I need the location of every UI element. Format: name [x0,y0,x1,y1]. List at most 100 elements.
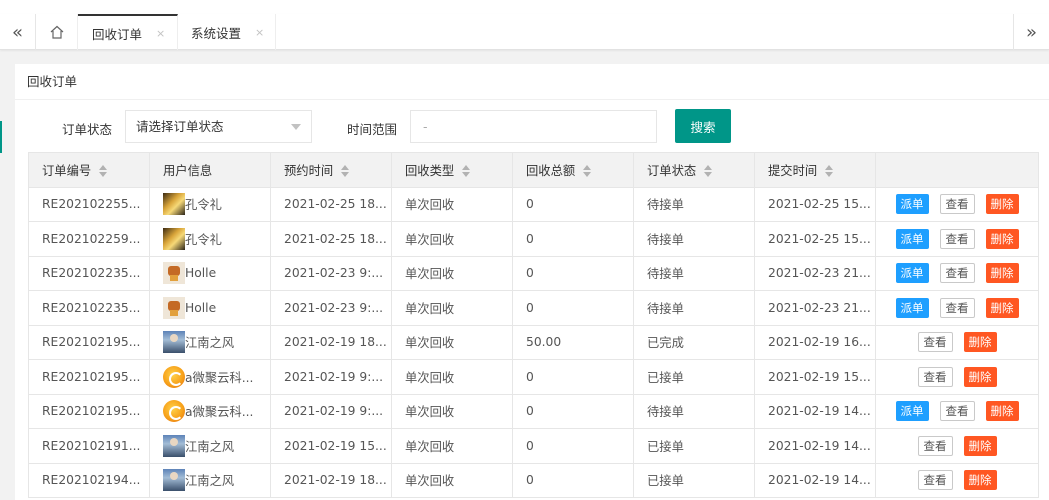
user-cell: 孔令礼 [149,186,271,222]
panel-title: 回收订单 [15,64,1049,100]
dispatch-button[interactable]: 派单 [895,263,929,284]
col-appointment-time[interactable]: 预约时间 [270,152,392,188]
submit-time-cell: 2021-02-25 15... [754,221,876,257]
col-recycle-type[interactable]: 回收类型 [391,152,513,188]
view-button[interactable]: 查看 [939,263,975,284]
tab-home[interactable] [36,14,78,50]
order-id-cell: RE202102195... [28,393,150,429]
tab-system-settings[interactable]: 系统设置 × [178,14,276,50]
submit-time-cell: 2021-02-23 21... [754,290,876,326]
view-button[interactable]: 查看 [917,366,953,387]
order-status-cell: 已接单 [633,462,755,498]
user-cell: 江南之风 [149,428,271,464]
avatar [163,296,185,319]
tab-close-icon[interactable]: × [156,27,165,40]
view-button[interactable]: 查看 [939,194,975,215]
sort-icon[interactable] [704,165,713,178]
order-status-cell: 待接单 [633,221,755,257]
submit-time-cell: 2021-02-25 15... [754,186,876,222]
user-name: 孔令礼 [185,232,222,247]
tab-label: 系统设置 [191,25,242,41]
col-submit-time[interactable]: 提交时间 [754,152,876,188]
view-button[interactable]: 查看 [939,228,975,249]
header-label: 订单编号 [42,163,92,178]
col-order-status[interactable]: 订单状态 [633,152,755,188]
table-row: RE202102235... Holle 2021-02-23 9:... 单次回收 0… [28,290,1039,326]
recycle-type-cell: 单次回收 [391,462,513,498]
order-id-cell: RE202102195... [28,324,150,360]
view-button[interactable]: 查看 [917,470,953,491]
time-range-input[interactable]: - [410,110,657,143]
delete-button[interactable]: 删除 [985,297,1019,318]
delete-button[interactable]: 删除 [985,263,1019,284]
user-name: Holle [185,266,217,281]
delete-button[interactable]: 删除 [985,228,1019,249]
submit-time-cell: 2021-02-19 15... [754,359,876,395]
recycle-total-cell: 0 [512,186,634,222]
col-recycle-total[interactable]: 回收总额 [512,152,634,188]
user-cell: 孔令礼 [149,221,271,257]
user-cell: a微聚云科... [149,393,271,429]
user-name: a微聚云科... [185,370,254,385]
sort-icon[interactable] [341,165,350,178]
order-status-cell: 已完成 [633,324,755,360]
order-status-cell: 待接单 [633,186,755,222]
order-id-cell: RE202102259... [28,221,150,257]
operations-cell: 查看 删除 [875,462,1039,498]
delete-button[interactable]: 删除 [963,366,997,387]
submit-time-cell: 2021-02-19 16... [754,324,876,360]
recycle-type-cell: 单次回收 [391,359,513,395]
view-button[interactable]: 查看 [939,401,975,422]
recycle-type-cell: 单次回收 [391,393,513,429]
tab-close-icon[interactable]: × [255,26,264,39]
delete-button[interactable]: 删除 [963,332,997,353]
view-button[interactable]: 查看 [939,297,975,318]
submit-time-cell: 2021-02-23 21... [754,255,876,291]
sort-icon[interactable] [583,165,592,178]
tab-recycle-orders[interactable]: 回收订单 × [78,14,178,50]
delete-button[interactable]: 删除 [985,194,1019,215]
operations-cell: 查看 删除 [875,359,1039,395]
recycle-total-cell: 0 [512,393,634,429]
table-row: RE202102191... 江南之风 2021-02-19 15... 单次回收 0 已… [28,428,1039,464]
avatar [163,331,185,354]
status-select[interactable]: 请选择订单状态 [125,110,312,143]
sort-icon[interactable] [99,165,108,178]
table-row: RE202102194... 江南之风 2021-02-19 18... 单次回收 0 已… [28,462,1039,498]
operations-cell: 派单 查看 删除 [875,221,1039,257]
view-button[interactable]: 查看 [917,435,953,456]
tab-label: 回收订单 [92,26,143,42]
sort-icon[interactable] [462,165,471,178]
recycle-type-cell: 单次回收 [391,221,513,257]
dispatch-button[interactable]: 派单 [895,401,929,422]
header-label: 订单状态 [647,163,697,178]
search-button[interactable]: 搜索 [675,109,731,143]
delete-button[interactable]: 删除 [985,401,1019,422]
order-status-cell: 待接单 [633,255,755,291]
recycle-total-cell: 0 [512,428,634,464]
dispatch-button[interactable]: 派单 [895,228,929,249]
avatar [163,469,185,492]
recycle-type-cell: 单次回收 [391,324,513,360]
col-order-id[interactable]: 订单编号 [28,152,150,188]
appointment-time-cell: 2021-02-23 9:... [270,290,392,326]
header-label: 用户信息 [163,163,213,178]
avatar [163,193,185,216]
tabs-scroll-left-icon[interactable]: « [0,14,36,50]
dispatch-button[interactable]: 派单 [895,194,929,215]
user-cell: Holle [149,290,271,326]
status-select-value: 请选择订单状态 [136,119,224,134]
dispatch-button[interactable]: 派单 [895,297,929,318]
user-name: 孔令礼 [185,198,222,213]
delete-button[interactable]: 删除 [963,470,997,491]
view-button[interactable]: 查看 [917,332,953,353]
sort-icon[interactable] [825,165,834,178]
appointment-time-cell: 2021-02-19 9:... [270,393,392,429]
appointment-time-cell: 2021-02-23 9:... [270,255,392,291]
tabs-scroll-right-icon[interactable]: » [1013,14,1049,50]
user-cell: 江南之风 [149,462,271,498]
home-icon [50,25,63,39]
delete-button[interactable]: 删除 [963,435,997,456]
recycle-type-cell: 单次回收 [391,290,513,326]
avatar [163,434,185,457]
